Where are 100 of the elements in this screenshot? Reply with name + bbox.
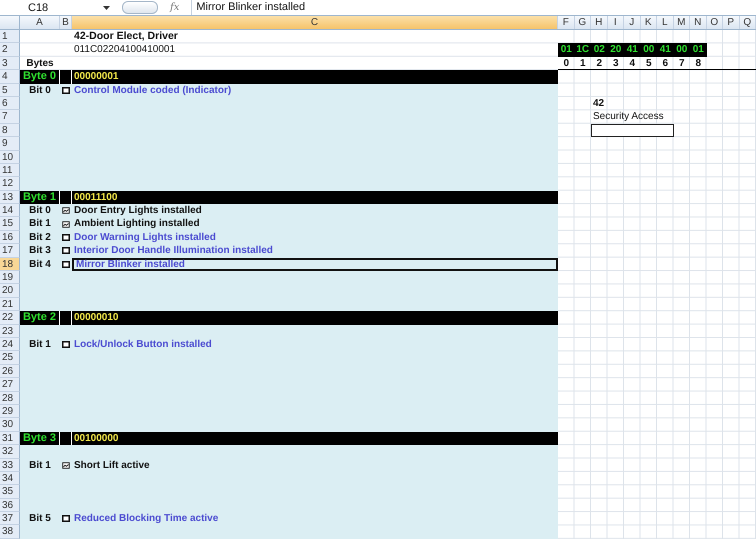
row-header[interactable]: 11 <box>0 164 20 178</box>
hex-byte: 00 <box>675 43 688 57</box>
column-header[interactable]: K <box>640 16 657 29</box>
column-header[interactable]: O <box>706 16 723 29</box>
row-header[interactable]: 6 <box>0 96 20 110</box>
row-header[interactable]: 13 <box>0 190 20 204</box>
row-header[interactable]: 14 <box>0 204 20 218</box>
column-header[interactable]: L <box>657 16 674 29</box>
checkbox[interactable] <box>62 234 70 242</box>
row-header[interactable]: 37 <box>0 512 20 526</box>
row-header[interactable]: 18 <box>0 258 20 272</box>
bit-label: Bit 0 <box>29 205 51 216</box>
binary-value: 00100000 <box>74 432 118 444</box>
binary-value: 00011100 <box>74 192 118 203</box>
checkbox[interactable] <box>62 207 70 214</box>
row-header[interactable]: 24 <box>0 338 20 352</box>
column-header[interactable]: I <box>608 16 624 29</box>
binary-value: 00000010 <box>74 312 118 324</box>
hex-byte: 41 <box>626 43 639 57</box>
row-header[interactable]: 33 <box>0 458 20 472</box>
dropdown-caret-icon[interactable] <box>103 6 110 10</box>
formula-field[interactable]: Mirror Blinker installed <box>191 0 756 15</box>
row-header[interactable]: 1 <box>0 30 20 44</box>
row-header[interactable]: 36 <box>0 498 20 512</box>
checkbox[interactable] <box>62 247 70 254</box>
hex-byte: 20 <box>609 43 622 57</box>
row-header[interactable]: 21 <box>0 298 20 312</box>
bit-description: Ambient Lighting installed <box>74 217 201 231</box>
column-header[interactable]: C <box>72 16 558 29</box>
row-header[interactable]: 9 <box>0 137 20 151</box>
bit-description: Door Entry Lights installed <box>74 204 203 218</box>
row-header[interactable]: 16 <box>0 230 20 244</box>
row-header[interactable]: 7 <box>0 110 20 124</box>
row-header[interactable]: 23 <box>0 324 20 338</box>
column-header[interactable]: A <box>20 16 60 29</box>
active-cell[interactable]: Mirror Blinker installed <box>72 258 558 272</box>
row-header[interactable]: 8 <box>0 124 20 138</box>
checkbox[interactable] <box>62 260 70 268</box>
column-header[interactable]: Q <box>740 16 756 29</box>
function-button[interactable]: fx <box>170 2 180 13</box>
bit-description: Interior Door Handle Illumination installed <box>74 244 274 258</box>
hex-byte: 41 <box>658 43 672 57</box>
hex-byte: 01 <box>692 43 705 57</box>
bit-label: Bit 1 <box>29 218 51 230</box>
row-header[interactable]: 5 <box>0 84 20 97</box>
row-header[interactable]: 27 <box>0 378 20 392</box>
checkbox[interactable] <box>62 515 70 522</box>
byte-label: Byte 2 <box>22 311 56 324</box>
name-box[interactable]: C18 <box>0 0 114 14</box>
input-field[interactable] <box>591 124 674 138</box>
column-header[interactable]: M <box>674 16 690 29</box>
bit-label: Bit 1 <box>29 460 51 470</box>
bit-label: Bit 0 <box>29 84 51 96</box>
row-header[interactable]: 10 <box>0 150 20 164</box>
row-header[interactable]: 4 <box>0 70 20 84</box>
checkbox[interactable] <box>62 86 70 94</box>
row-header[interactable]: 20 <box>0 284 20 298</box>
row-header[interactable]: 25 <box>0 351 20 365</box>
byte-label: Byte 3 <box>22 432 56 444</box>
row-header[interactable]: 19 <box>0 271 20 284</box>
bit-label: Bit 5 <box>29 513 51 524</box>
column-header[interactable]: J <box>624 16 640 29</box>
bit-label: Bit 1 <box>29 338 51 350</box>
row-header[interactable]: 2 <box>0 43 20 57</box>
expand-handle-icon[interactable] <box>122 1 158 14</box>
row-header[interactable]: 26 <box>0 364 20 378</box>
column-header[interactable]: P <box>723 16 740 29</box>
bit-description: Control Module coded (Indicator) <box>74 84 232 97</box>
checkbox[interactable] <box>62 220 70 228</box>
row-header[interactable]: 31 <box>0 432 20 446</box>
byte-index: 3 <box>612 56 620 70</box>
hex-byte: 02 <box>592 43 606 57</box>
column-header[interactable]: G <box>574 16 591 29</box>
byte-label: Byte 1 <box>22 190 56 203</box>
bit-label: Bit 2 <box>29 232 51 243</box>
row-header[interactable]: 3 <box>0 56 20 70</box>
row-header[interactable]: 34 <box>0 472 20 486</box>
row-header[interactable]: 28 <box>0 392 20 405</box>
row-header[interactable]: 32 <box>0 445 20 458</box>
row-header[interactable]: 29 <box>0 404 20 418</box>
byte-index: 2 <box>595 56 604 70</box>
row-header[interactable]: 17 <box>0 244 20 258</box>
byte-index: 1 <box>578 56 587 70</box>
cell-text: Security Access <box>593 110 664 124</box>
column-header[interactable]: H <box>591 16 608 29</box>
bit-label: Bit 4 <box>29 258 51 270</box>
row-header[interactable]: 35 <box>0 485 20 499</box>
checkbox[interactable] <box>62 341 70 348</box>
column-header[interactable]: N <box>690 16 706 29</box>
row-header[interactable]: 38 <box>0 525 20 539</box>
row-header[interactable]: 30 <box>0 418 20 432</box>
bit-description: Door Warning Lights installed <box>74 230 217 244</box>
checkbox[interactable] <box>62 462 70 469</box>
hex-byte: 00 <box>642 43 656 57</box>
byte-index: 8 <box>694 56 702 70</box>
hex-byte: 1C <box>575 43 590 57</box>
row-header[interactable]: 12 <box>0 177 20 191</box>
row-header[interactable]: 22 <box>0 311 20 325</box>
column-header[interactable]: F <box>558 16 574 29</box>
row-header[interactable]: 15 <box>0 217 20 231</box>
